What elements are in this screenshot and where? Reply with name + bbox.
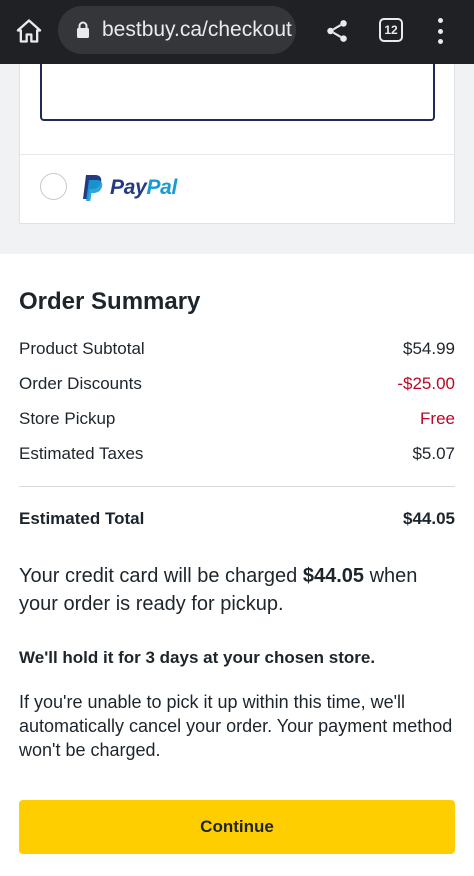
url-bar[interactable]: bestbuy.ca/checkout — [58, 6, 296, 54]
total-label: Estimated Total — [19, 509, 145, 528]
payment-section: PayPal — [0, 64, 474, 254]
paypal-logo[interactable]: PayPal — [80, 172, 177, 204]
paypal-radio[interactable] — [40, 173, 67, 200]
continue-button[interactable]: Continue — [19, 800, 455, 854]
charge-amount: $44.05 — [302, 565, 365, 587]
summary-divider — [19, 486, 455, 487]
row-label: Order Discounts — [19, 374, 142, 393]
summary-row-taxes: Estimated Taxes $5.07 — [19, 444, 455, 464]
card-input-field[interactable] — [40, 64, 435, 121]
summary-row-subtotal: Product Subtotal $54.99 — [19, 339, 455, 359]
row-value: -$25.00 — [397, 374, 455, 393]
divider — [20, 154, 454, 155]
summary-row-total: Estimated Total $44.05 — [19, 509, 455, 529]
row-label: Store Pickup — [19, 409, 116, 428]
url-text: bestbuy.ca/checkout — [102, 18, 292, 41]
tab-switcher-button[interactable]: 12 — [379, 18, 403, 42]
share-icon[interactable] — [324, 16, 350, 46]
summary-row-pickup: Store Pickup Free — [19, 409, 455, 429]
charge-notice: Your credit card will be charged $44.05 … — [19, 565, 418, 615]
total-value: $44.05 — [403, 509, 455, 528]
browser-toolbar: bestbuy.ca/checkout 12 — [0, 0, 474, 64]
row-value: $5.07 — [412, 444, 455, 463]
home-icon[interactable] — [14, 14, 44, 48]
summary-row-discounts: Order Discounts -$25.00 — [19, 374, 455, 394]
row-value: $54.99 — [403, 339, 455, 358]
lock-icon — [77, 21, 89, 38]
row-label: Estimated Taxes — [19, 444, 144, 463]
order-summary-title: Order Summary — [19, 288, 201, 315]
row-label: Product Subtotal — [19, 339, 145, 358]
cancel-notice: If you're unable to pick it up within th… — [19, 692, 453, 760]
more-vert-icon[interactable] — [432, 18, 448, 44]
tab-count: 12 — [384, 23, 398, 37]
paypal-icon — [83, 175, 103, 201]
paypal-wordmark: PayPal — [110, 176, 178, 199]
row-value: Free — [420, 409, 455, 428]
payment-method-card: PayPal — [19, 64, 455, 224]
hold-notice: We'll hold it for 3 days at your chosen … — [19, 648, 376, 667]
